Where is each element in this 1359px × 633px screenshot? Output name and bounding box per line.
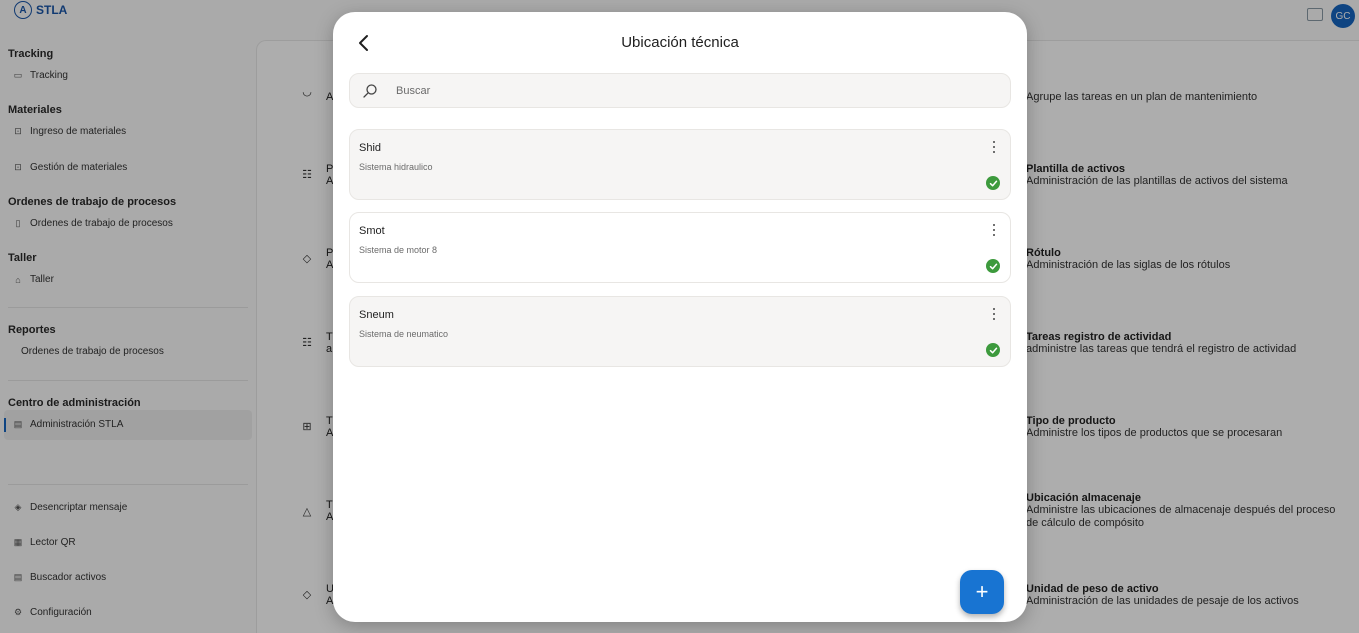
item-title: Smot [359, 225, 385, 237]
more-options-icon[interactable] [988, 306, 1000, 322]
item-subtitle: Sistema de neumatico [359, 329, 449, 339]
check-circle-icon [986, 176, 1000, 190]
more-options-icon[interactable] [988, 222, 1000, 238]
item-subtitle: Sistema de motor 8 [359, 245, 438, 255]
check-circle-icon [986, 259, 1000, 273]
search-input[interactable] [396, 74, 996, 107]
list-item[interactable]: Shid Sistema hidraulico [349, 129, 1011, 200]
more-options-icon[interactable] [988, 139, 1000, 155]
search-icon [363, 84, 377, 98]
list-item[interactable]: Sneum Sistema de neumatico [349, 296, 1011, 367]
check-circle-icon [986, 343, 1000, 357]
item-title: Shid [359, 142, 382, 154]
item-subtitle: Sistema hidraulico [359, 162, 433, 172]
add-button[interactable]: + [960, 570, 1004, 614]
search-box[interactable] [349, 73, 1011, 108]
item-title: Sneum [359, 309, 394, 321]
list-item[interactable]: Smot Sistema de motor 8 [349, 212, 1011, 283]
ubicacion-tecnica-dialog: Ubicación técnica Shid Sistema hidraulic… [333, 12, 1027, 622]
dialog-title: Ubicación técnica [621, 34, 739, 51]
